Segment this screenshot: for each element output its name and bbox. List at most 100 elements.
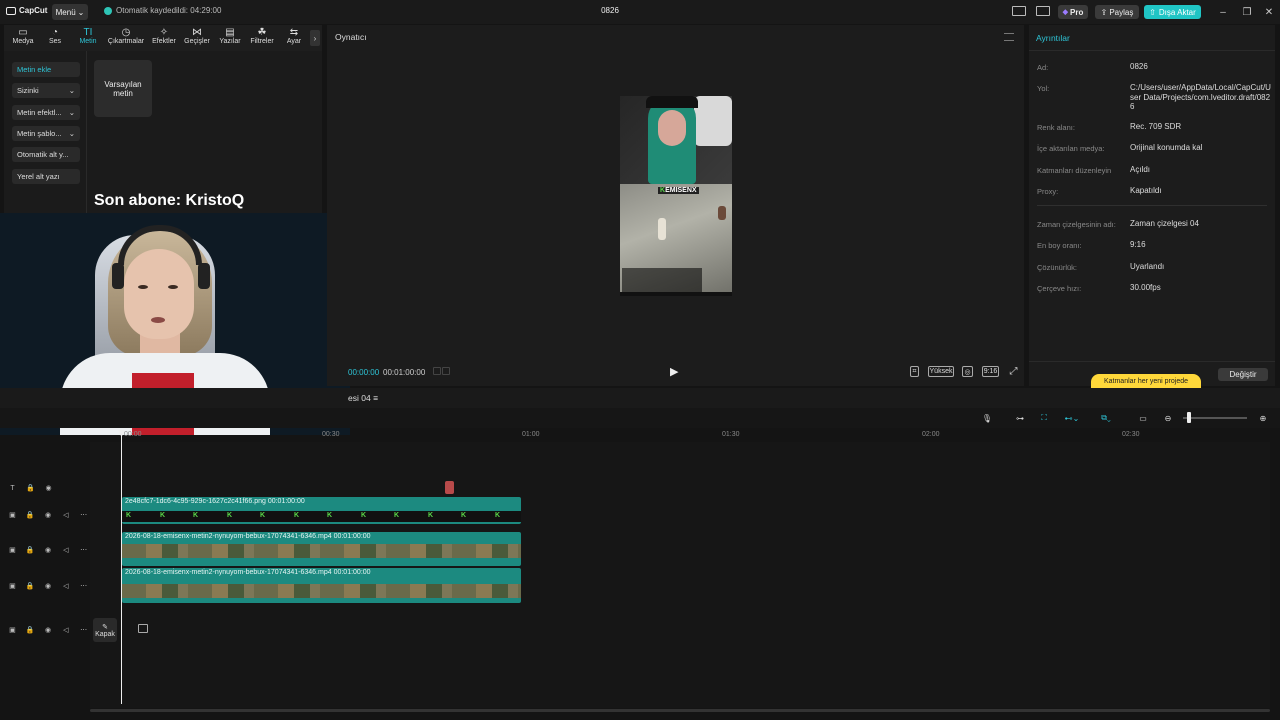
magnet-icon[interactable]: ⛶ bbox=[1036, 412, 1052, 424]
timeline-name[interactable]: esi 04 ≡ bbox=[348, 393, 378, 403]
video-clip[interactable]: 2026-08-18-emisenx-metin2-nynuyom-bebux-… bbox=[122, 568, 521, 603]
sidebar-item-metin-sablonlari[interactable]: Metin şablo... ⌄ bbox=[12, 126, 80, 141]
timecode-icon bbox=[442, 367, 450, 375]
eye-icon[interactable]: ◉ bbox=[44, 511, 53, 519]
sidebar-item-metin-efektleri[interactable]: Metin efektl... ⌄ bbox=[12, 105, 80, 120]
tab-efektler[interactable]: ✧ Efektler bbox=[147, 27, 181, 49]
maximize-icon[interactable]: ❐ bbox=[1240, 5, 1254, 19]
tab-metin[interactable]: TI Metin bbox=[71, 27, 105, 49]
speaker-icon[interactable]: ◁ bbox=[61, 582, 70, 590]
default-text-card[interactable]: Varsayılan metin bbox=[94, 60, 152, 117]
layers-banner[interactable]: Katmanlar her yeni projede bbox=[1091, 374, 1201, 388]
more-icon[interactable]: ⋯ bbox=[79, 511, 88, 519]
chevron-right-icon[interactable]: › bbox=[310, 30, 320, 46]
fullscreen-icon[interactable]: ⤢ bbox=[1008, 366, 1019, 377]
close-icon[interactable]: ✕ bbox=[1262, 5, 1276, 19]
crop-icon[interactable]: ⌗ bbox=[910, 366, 919, 377]
sidebar-item-yerel-alt-yazi[interactable]: Yerel alt yazı bbox=[12, 169, 80, 184]
game-chat bbox=[622, 268, 702, 294]
list-icon[interactable]: ≡ bbox=[373, 393, 378, 403]
zoom-out-icon[interactable]: ⊖ bbox=[1162, 412, 1174, 424]
layout-icon[interactable] bbox=[1012, 6, 1026, 16]
eye-icon[interactable]: ◉ bbox=[44, 546, 53, 554]
zoom-slider-handle[interactable] bbox=[1187, 412, 1191, 423]
detail-label: Çözünürlük: bbox=[1037, 263, 1078, 272]
change-button[interactable]: Değiştir bbox=[1218, 368, 1268, 381]
horizontal-scrollbar[interactable] bbox=[90, 709, 1270, 712]
quality-button[interactable]: Yüksek bbox=[928, 366, 954, 377]
detail-value: Kapatıldı bbox=[1130, 186, 1162, 195]
ruler-tick: 01:30 bbox=[722, 431, 740, 438]
preview-axis-icon[interactable]: ⧉⌄ bbox=[1094, 412, 1118, 424]
lock-icon[interactable]: 🔒 bbox=[26, 626, 35, 634]
game-logo: KEMISENX bbox=[658, 187, 699, 194]
detail-label: Proxy: bbox=[1037, 187, 1059, 196]
preview-bed bbox=[694, 96, 732, 146]
detail-value: Açıldı bbox=[1130, 165, 1151, 174]
zoom-in-icon[interactable]: ⊕ bbox=[1257, 412, 1269, 424]
tab-medya[interactable]: ▭ Medya bbox=[6, 27, 40, 49]
lock-icon[interactable]: 🔒 bbox=[26, 511, 35, 519]
timeline-ruler[interactable] bbox=[90, 428, 1280, 442]
timeline-toolbar bbox=[0, 408, 1280, 428]
current-time: 00:00:00 bbox=[348, 368, 380, 377]
timeline-header bbox=[0, 388, 1280, 408]
focus-icon[interactable]: ◎ bbox=[962, 366, 973, 377]
sidebar-item-sizinki[interactable]: Sizinki ⌄ bbox=[12, 83, 80, 98]
detail-value: 9:16 bbox=[1130, 240, 1146, 249]
menu-button[interactable]: Menü ⌄ bbox=[52, 4, 88, 20]
menu-icon[interactable] bbox=[1004, 33, 1014, 41]
detail-value: Zaman çizelgesi 04 bbox=[1130, 219, 1199, 228]
tab-ayar[interactable]: ⇆ Ayar bbox=[277, 27, 311, 49]
pro-button[interactable]: ◆ Pro bbox=[1058, 5, 1088, 19]
microphone-icon[interactable]: 🎙 bbox=[982, 412, 992, 424]
eye-icon[interactable]: ◉ bbox=[44, 484, 53, 492]
clip-thumbnails: KKKKKKKKKKKK bbox=[122, 511, 521, 522]
minimize-icon[interactable]: – bbox=[1216, 5, 1230, 19]
caption-icon: ▤ bbox=[225, 27, 235, 38]
film-icon bbox=[138, 624, 148, 633]
detail-label: En boy oranı: bbox=[1037, 241, 1082, 250]
eye bbox=[168, 285, 178, 289]
divider bbox=[86, 51, 87, 216]
more-icon[interactable]: ⋯ bbox=[79, 546, 88, 554]
speaker-icon[interactable]: ◁ bbox=[61, 511, 70, 519]
tab-yazilar[interactable]: ▤ Yazılar bbox=[213, 27, 247, 49]
playhead[interactable] bbox=[121, 430, 122, 704]
lock-icon[interactable]: 🔒 bbox=[26, 582, 35, 590]
effects-icon: ✧ bbox=[159, 27, 169, 38]
tab-filtreler[interactable]: ☘ Filtreler bbox=[245, 27, 279, 49]
eye-icon[interactable]: ◉ bbox=[44, 626, 53, 634]
headset bbox=[118, 225, 202, 265]
speaker-icon[interactable]: ◁ bbox=[61, 626, 70, 634]
share-button[interactable]: ⇪ Paylaş bbox=[1095, 5, 1139, 19]
ratio-button[interactable]: 9:16 bbox=[982, 366, 999, 377]
link-icon[interactable]: ⊶ bbox=[1012, 412, 1028, 424]
more-icon[interactable]: ⋯ bbox=[79, 582, 88, 590]
sidebar-item-metin-ekle[interactable]: Metin ekle bbox=[12, 62, 80, 77]
video-clip[interactable]: 2026-08-18-emisenx-metin2-nynuyom-bebux-… bbox=[122, 532, 521, 566]
image-clip[interactable]: 2e48cfc7-1dc6-4c95-929c-1627c2c41f66.png… bbox=[122, 497, 521, 524]
cover-button[interactable]: ✎ Kapak bbox=[93, 618, 117, 642]
total-time: 00:01:00:00 bbox=[383, 368, 426, 377]
speaker-icon[interactable]: ◁ bbox=[61, 546, 70, 554]
lock-icon[interactable]: 🔒 bbox=[26, 484, 35, 492]
more-icon[interactable]: ⋯ bbox=[79, 626, 88, 634]
zoom-slider[interactable] bbox=[1183, 417, 1247, 419]
play-icon[interactable]: ▶ bbox=[670, 365, 682, 379]
divider bbox=[1029, 50, 1275, 51]
eye-icon[interactable]: ◉ bbox=[44, 582, 53, 590]
tab-cikartmalar[interactable]: ◷ Çıkartmalar bbox=[104, 27, 148, 49]
tab-ses[interactable]: ◔ Ses bbox=[38, 27, 72, 49]
sidebar-item-otomatik-alt-yazi[interactable]: Otomatik alt y... bbox=[12, 147, 80, 162]
tab-gecisler[interactable]: ⋈ Geçişler bbox=[180, 27, 214, 49]
preview-face bbox=[658, 110, 686, 146]
video-preview[interactable]: KEMISENX bbox=[620, 96, 732, 296]
snap-icon[interactable]: ⊷⌄ bbox=[1060, 412, 1084, 424]
keyboard-icon[interactable] bbox=[1036, 6, 1050, 16]
lock-icon[interactable]: 🔒 bbox=[26, 546, 35, 554]
preview-cap bbox=[646, 96, 698, 108]
export-button[interactable]: ⇧ Dışa Aktar bbox=[1144, 5, 1201, 19]
text-clip-marker[interactable] bbox=[445, 481, 454, 494]
subtitle-icon[interactable]: ▭ bbox=[1136, 412, 1150, 424]
